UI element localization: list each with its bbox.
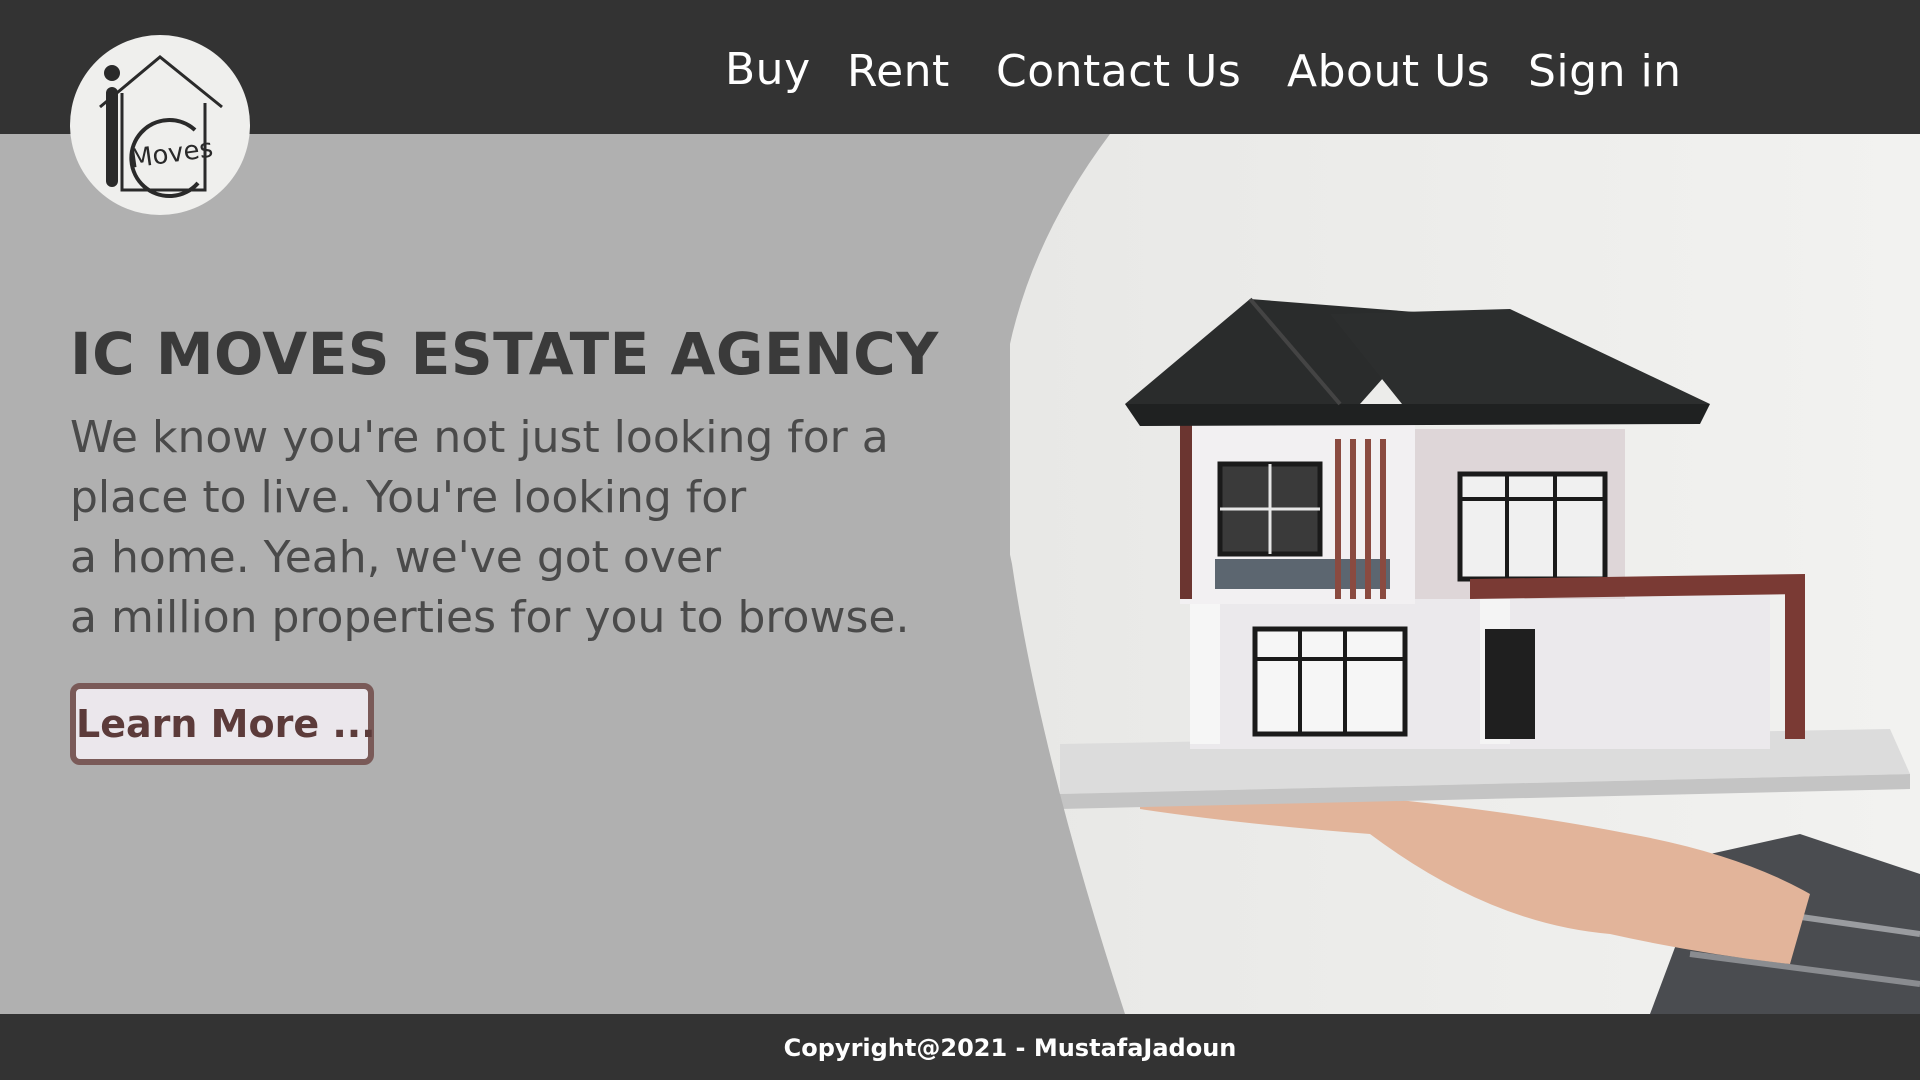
hero-description-line: a million properties for you to browse. <box>70 592 910 643</box>
site-logo[interactable]: Moves <box>70 35 250 215</box>
nav-rent-link[interactable]: Rent <box>847 44 950 100</box>
footer-copyright: Copyright@2021 - MustafaJadoun <box>783 1034 1237 1062</box>
nav-buy-link[interactable]: Buy <box>725 42 811 98</box>
hero-description-line: We know you're not just looking for a <box>70 412 889 463</box>
top-navigation-bar: Buy Rent Contact Us About Us Sign in <box>0 0 1920 134</box>
hero-description: We know you're not just looking for a pl… <box>70 408 909 648</box>
hero-title: IC MOVES ESTATE AGENCY <box>70 320 939 388</box>
hero-description-line: a home. Yeah, we've got over <box>70 532 722 583</box>
footer: Copyright@2021 - MustafaJadoun <box>0 1014 1920 1080</box>
nav-signin-link[interactable]: Sign in <box>1528 44 1682 100</box>
logo-text: Moves <box>128 133 215 174</box>
nav-contact-link[interactable]: Contact Us <box>996 44 1241 100</box>
hero-house-image <box>1010 134 1920 1014</box>
learn-more-button[interactable]: Learn More ... <box>70 683 376 765</box>
hero-description-line: place to live. You're looking for <box>70 472 747 523</box>
nav-about-link[interactable]: About Us <box>1287 44 1490 100</box>
main-nav: Buy Rent Contact Us About Us Sign in <box>0 0 1920 134</box>
house-logo-icon: Moves <box>99 55 223 198</box>
